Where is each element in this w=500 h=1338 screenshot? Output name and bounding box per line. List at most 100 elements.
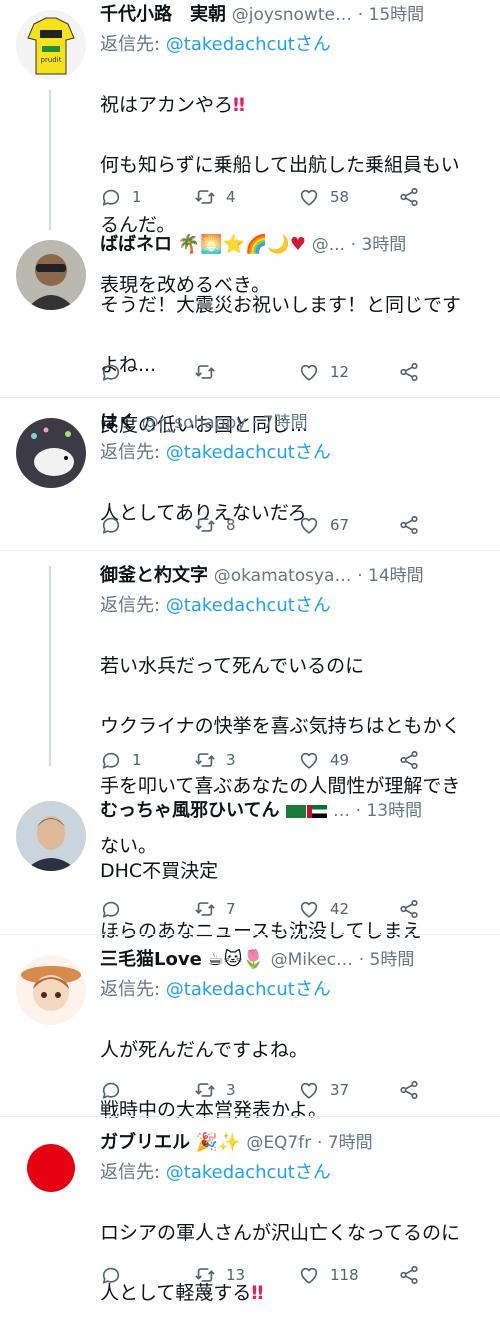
retweet-icon bbox=[194, 898, 216, 920]
timestamp[interactable]: · 13時間 bbox=[356, 801, 422, 821]
user-handle[interactable]: @okamatosya… bbox=[214, 566, 352, 586]
tweet-header: ばばネロ 🌴🌅⭐🌈🌙♥ @... · 3時間 bbox=[100, 230, 490, 260]
reply-icon bbox=[100, 749, 122, 771]
tweet-line: 若い水兵だって死んでいるのに bbox=[100, 655, 365, 677]
like-button[interactable]: 12 bbox=[298, 357, 349, 387]
display-name[interactable]: 御釜と杓文字 bbox=[100, 565, 208, 586]
reply-to: 返信先: @takedachcutさん bbox=[100, 975, 490, 1005]
like-button[interactable]: 42 bbox=[298, 894, 349, 924]
retweet-count: 8 bbox=[226, 516, 236, 534]
like-count: 118 bbox=[330, 1266, 359, 1284]
user-handle[interactable]: @joysnowte… bbox=[232, 5, 352, 25]
display-name[interactable]: ガブリエル bbox=[100, 1132, 190, 1153]
user-handle[interactable]: @r_sohappy bbox=[142, 413, 247, 433]
heart-icon bbox=[298, 361, 320, 383]
user-handle[interactable]: … bbox=[333, 801, 350, 821]
retweet-button[interactable] bbox=[194, 357, 226, 387]
retweet-button[interactable]: 3 bbox=[194, 1075, 236, 1105]
reply-to-handle[interactable]: @takedachcutさん bbox=[166, 442, 331, 463]
like-button[interactable]: 67 bbox=[298, 510, 349, 540]
uae-flag-icon bbox=[307, 804, 328, 818]
timestamp[interactable]: · 14時間 bbox=[357, 566, 423, 586]
tweet[interactable]: 御釜と杓文字 @okamatosya… · 14時間 返信先: @takedac… bbox=[0, 561, 500, 857]
palm-tree-icon: 🌴 bbox=[177, 234, 201, 255]
retweet-icon bbox=[194, 1264, 216, 1286]
user-handle[interactable]: @... bbox=[312, 235, 345, 255]
reply-to-handle[interactable]: @takedachcutさん bbox=[166, 979, 331, 1000]
divider bbox=[0, 397, 500, 398]
avatar[interactable] bbox=[16, 955, 86, 1025]
reply-icon bbox=[100, 898, 122, 920]
like-button[interactable]: 58 bbox=[298, 182, 349, 212]
heart-icon bbox=[298, 749, 320, 771]
share-button[interactable] bbox=[398, 1260, 420, 1290]
tweet[interactable]: 三毛猫Love ☕🐱🌷 @Mikec… · 5時間 返信先: @takedach… bbox=[0, 945, 500, 1121]
share-button[interactable] bbox=[398, 745, 420, 775]
avatar[interactable]: prudit bbox=[16, 10, 86, 80]
display-name[interactable]: 千代小路 実朝 bbox=[100, 4, 226, 25]
timestamp[interactable]: · 3時間 bbox=[351, 235, 407, 255]
reply-button[interactable] bbox=[100, 894, 132, 924]
retweet-count: 4 bbox=[226, 188, 236, 206]
like-button[interactable]: 37 bbox=[298, 1075, 349, 1105]
reply-button[interactable] bbox=[100, 1260, 132, 1290]
reply-to-handle[interactable]: @takedachcutさん bbox=[166, 34, 331, 55]
reply-button[interactable] bbox=[100, 1075, 132, 1105]
retweet-count: 7 bbox=[226, 900, 236, 918]
share-button[interactable] bbox=[398, 182, 420, 212]
reply-button[interactable] bbox=[100, 357, 132, 387]
saudi-flag-icon bbox=[286, 804, 307, 818]
heart-emoji-icon: ♥ bbox=[289, 234, 306, 255]
tweet[interactable]: ばばネロ 🌴🌅⭐🌈🌙♥ @... · 3時間 そうだ！大震災お祝いします！と同じ… bbox=[0, 230, 500, 436]
tweet[interactable]: むっちゃ風邪ひいてん … · 13時間 DHC不買決定 ほらのあなニュースも沈没… bbox=[0, 796, 500, 942]
action-bar: 1 3 49 bbox=[100, 745, 500, 775]
display-name[interactable]: はく bbox=[100, 412, 136, 433]
retweet-button[interactable]: 3 bbox=[194, 745, 236, 775]
timestamp[interactable]: · 7時間 bbox=[252, 413, 308, 433]
sparkles-icon: ✨ bbox=[218, 1132, 241, 1153]
retweet-icon bbox=[194, 361, 216, 383]
retweet-button[interactable]: 13 bbox=[194, 1260, 245, 1290]
double-exclamation-icon: ‼ bbox=[233, 94, 245, 116]
share-icon bbox=[398, 749, 420, 771]
tweet[interactable]: prudit 千代小路 実朝 @joysnowte… · 15時間 返信先: @… bbox=[0, 0, 500, 296]
retweet-button[interactable]: 8 bbox=[194, 510, 236, 540]
avatar[interactable] bbox=[16, 418, 86, 488]
user-handle[interactable]: @Mikec… bbox=[271, 950, 353, 970]
retweet-button[interactable]: 4 bbox=[194, 182, 236, 212]
timestamp[interactable]: · 15時間 bbox=[358, 5, 424, 25]
tweet-header: 三毛猫Love ☕🐱🌷 @Mikec… · 5時間 bbox=[100, 945, 490, 975]
reply-to-handle[interactable]: @takedachcutさん bbox=[166, 1162, 331, 1183]
share-button[interactable] bbox=[398, 357, 420, 387]
reply-to: 返信先: @takedachcutさん bbox=[100, 591, 490, 621]
timestamp[interactable]: · 5時間 bbox=[359, 950, 415, 970]
tweet[interactable]: はく @r_sohappy · 7時間 返信先: @takedachcutさん … bbox=[0, 408, 500, 548]
like-button[interactable]: 49 bbox=[298, 745, 349, 775]
reply-button[interactable]: 1 bbox=[100, 182, 142, 212]
reply-count: 1 bbox=[132, 188, 142, 206]
reply-to-handle[interactable]: @takedachcutさん bbox=[166, 595, 331, 616]
avatar[interactable] bbox=[16, 801, 86, 871]
party-popper-icon: 🎉 bbox=[195, 1132, 219, 1153]
moon-icon: 🌙 bbox=[267, 234, 290, 255]
tweet[interactable]: ガブリエル 🎉✨ @EQ7fr · 7時間 返信先: @takedachcutさ… bbox=[0, 1128, 500, 1304]
share-button[interactable] bbox=[398, 1075, 420, 1105]
like-count: 12 bbox=[330, 363, 350, 381]
retweet-button[interactable]: 7 bbox=[194, 894, 236, 924]
tweet-line: ロシアの軍人さんが沢山亡くなってるのに bbox=[100, 1222, 461, 1244]
timestamp[interactable]: · 7時間 bbox=[317, 1133, 373, 1153]
display-name[interactable]: 三毛猫Love bbox=[100, 949, 202, 970]
avatar[interactable] bbox=[16, 240, 86, 310]
share-button[interactable] bbox=[398, 510, 420, 540]
retweet-count: 13 bbox=[226, 1266, 246, 1284]
like-button[interactable]: 118 bbox=[298, 1260, 359, 1290]
display-name[interactable]: ばばネロ bbox=[100, 234, 172, 255]
reply-button[interactable] bbox=[100, 510, 132, 540]
action-bar: 12 bbox=[100, 357, 500, 387]
avatar[interactable] bbox=[16, 1133, 86, 1203]
display-name[interactable]: むっちゃ風邪ひいてん bbox=[100, 800, 279, 821]
reply-icon bbox=[100, 186, 122, 208]
reply-button[interactable]: 1 bbox=[100, 745, 142, 775]
share-button[interactable] bbox=[398, 894, 420, 924]
user-handle[interactable]: @EQ7fr bbox=[246, 1133, 311, 1153]
